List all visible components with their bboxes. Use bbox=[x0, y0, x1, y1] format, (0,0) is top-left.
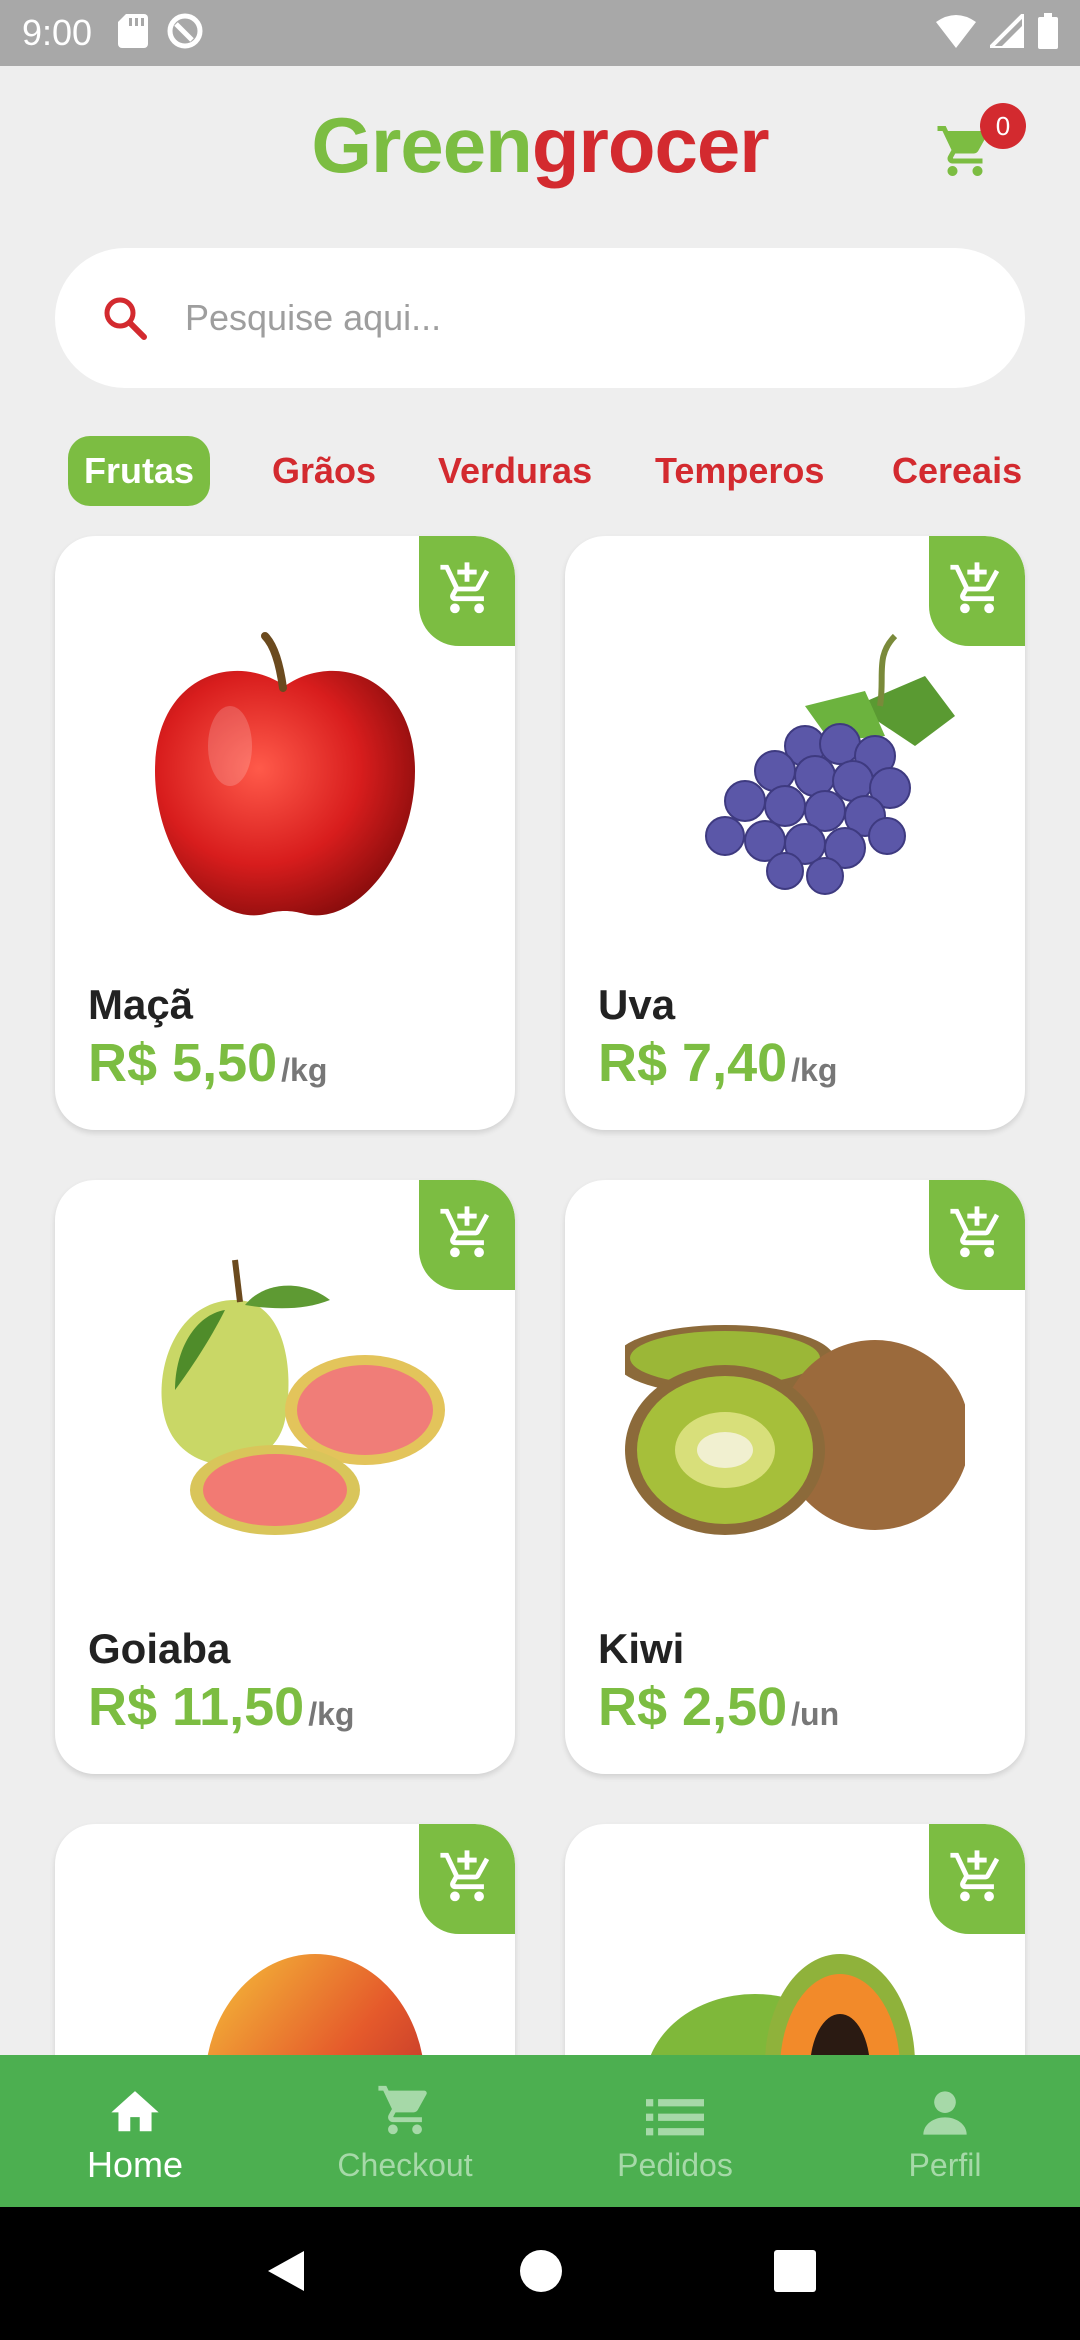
recents-icon[interactable] bbox=[774, 2250, 816, 2297]
nav-pedidos[interactable]: Pedidos bbox=[540, 2055, 810, 2207]
nav-pedidos-label: Pedidos bbox=[617, 2146, 733, 2183]
person-icon bbox=[919, 2079, 971, 2139]
product-price: R$ 11,50 /kg bbox=[88, 1676, 354, 1738]
nav-home[interactable]: Home bbox=[0, 2055, 270, 2207]
product-name: Maçã bbox=[88, 981, 194, 1028]
product-card[interactable] bbox=[565, 1824, 1025, 2055]
category-tab-cereais[interactable]: Cereais bbox=[892, 436, 1022, 506]
product-card[interactable]: Uva R$ 7,40 /kg bbox=[565, 536, 1025, 1130]
bottom-nav: Home Checkout Pedidos Perfil bbox=[0, 2055, 1080, 2207]
home-circle-icon[interactable] bbox=[518, 2248, 564, 2299]
nav-perfil-label: Perfil bbox=[908, 2146, 982, 2183]
price-value: R$ 11,50 bbox=[88, 1677, 305, 1737]
product-image-apple bbox=[115, 596, 455, 936]
category-tab-graos[interactable]: Grãos bbox=[272, 436, 376, 506]
nav-checkout-label: Checkout bbox=[337, 2146, 473, 2183]
nav-home-label: Home bbox=[86, 2144, 184, 2185]
price-unit: /kg bbox=[281, 1052, 328, 1088]
product-name: Kiwi bbox=[598, 1625, 685, 1672]
system-nav-bar bbox=[0, 2207, 1080, 2340]
nav-perfil[interactable]: Perfil bbox=[810, 2055, 1080, 2207]
product-image-kiwi bbox=[615, 1240, 970, 1580]
product-price: R$ 7,40 /kg bbox=[598, 1032, 837, 1094]
cart-icon bbox=[376, 2079, 434, 2139]
product-image-guava bbox=[115, 1240, 455, 1580]
price-value: R$ 5,50 bbox=[88, 1033, 278, 1093]
product-card[interactable]: Goiaba R$ 11,50 /kg bbox=[55, 1180, 515, 1774]
price-value: R$ 7,40 bbox=[598, 1033, 788, 1093]
price-value: R$ 2,50 bbox=[598, 1677, 788, 1737]
list-icon bbox=[646, 2079, 704, 2139]
category-tabs: Frutas Grãos Verduras Temperos Cereais bbox=[0, 436, 1080, 506]
category-tab-verduras[interactable]: Verduras bbox=[438, 436, 592, 506]
back-icon[interactable] bbox=[264, 2247, 308, 2300]
product-price: R$ 5,50 /kg bbox=[88, 1032, 327, 1094]
product-card[interactable] bbox=[55, 1824, 515, 2055]
home-icon bbox=[106, 2076, 164, 2136]
product-card[interactable]: Kiwi R$ 2,50 /un bbox=[565, 1180, 1025, 1774]
product-image-grapes bbox=[625, 596, 965, 936]
price-unit: /kg bbox=[791, 1052, 838, 1088]
product-name: Goiaba bbox=[88, 1625, 231, 1672]
price-unit: /kg bbox=[308, 1696, 355, 1732]
category-tab-temperos[interactable]: Temperos bbox=[655, 436, 824, 506]
product-price: R$ 2,50 /un bbox=[598, 1676, 839, 1738]
category-tab-frutas[interactable]: Frutas bbox=[68, 436, 211, 506]
product-card[interactable]: Maçã R$ 5,50 /kg bbox=[55, 536, 515, 1130]
product-name: Uva bbox=[598, 981, 676, 1028]
nav-checkout[interactable]: Checkout bbox=[270, 2055, 540, 2207]
product-image-papaya bbox=[625, 1884, 965, 2055]
product-image-mango bbox=[115, 1884, 455, 2055]
product-grid[interactable]: Maçã R$ 5,50 /kg Uva R$ 7,40 /kg Goiaba … bbox=[0, 0, 1080, 2055]
price-unit: /un bbox=[791, 1696, 840, 1732]
